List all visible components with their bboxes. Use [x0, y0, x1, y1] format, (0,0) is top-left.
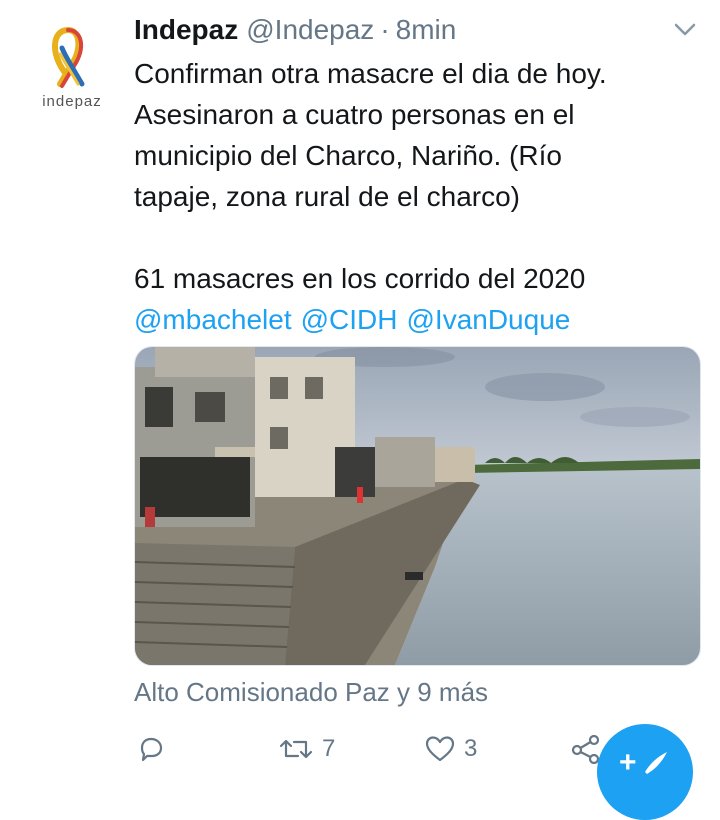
- mention-link[interactable]: @mbachelet: [134, 304, 292, 335]
- compose-button[interactable]: +: [597, 724, 693, 820]
- mentions-line: @mbachelet @CIDH @IvanDuque: [134, 299, 700, 340]
- tweet-text: Confirman otra masacre el dia de hoy. As…: [134, 53, 700, 340]
- tweet-text-line: [134, 217, 700, 258]
- mention-link[interactable]: @IvanDuque: [406, 304, 570, 335]
- riverside-photo: [135, 347, 700, 665]
- indepaz-logo: indepaz: [42, 26, 102, 110]
- tweet-text-line: municipio del Charco, Nariño. (Río: [134, 140, 562, 171]
- reply-button[interactable]: [136, 726, 166, 772]
- author-handle[interactable]: @Indepaz: [246, 14, 374, 46]
- compose-plus: +: [619, 746, 637, 779]
- tweet-text-line: Confirman otra masacre el dia de hoy.: [134, 58, 607, 89]
- chevron-down-icon[interactable]: [670, 16, 700, 42]
- reply-icon: [140, 737, 163, 762]
- share-icon: [571, 734, 600, 764]
- tweet-photo[interactable]: [134, 346, 701, 666]
- retweet-button[interactable]: 7: [278, 726, 335, 772]
- mention-link[interactable]: @CIDH: [301, 304, 398, 335]
- retweet-icon: [279, 739, 313, 759]
- compose-icon: [645, 752, 667, 774]
- like-count: 3: [464, 735, 478, 762]
- separator-dot: ·: [380, 14, 390, 45]
- tweet-time[interactable]: 8min: [396, 14, 457, 46]
- avatar[interactable]: indepaz: [22, 18, 122, 118]
- heart-icon: [425, 736, 455, 762]
- retweet-count: 7: [322, 735, 336, 762]
- tweet-header: Indepaz @Indepaz · 8min: [134, 10, 456, 50]
- tweet-text-line: 61 masacres en los corrido del 2020: [134, 263, 586, 294]
- tweet-text-line: tapaje, zona rural de el charco): [134, 181, 520, 212]
- avatar-logo-text: indepaz: [42, 93, 102, 110]
- author-name[interactable]: Indepaz: [134, 14, 238, 46]
- tweet-text-line: Asesinaron a cuatro personas en el: [134, 99, 575, 130]
- like-button[interactable]: 3: [424, 726, 477, 772]
- reply-context[interactable]: Alto Comisionado Paz y 9 más: [134, 677, 488, 708]
